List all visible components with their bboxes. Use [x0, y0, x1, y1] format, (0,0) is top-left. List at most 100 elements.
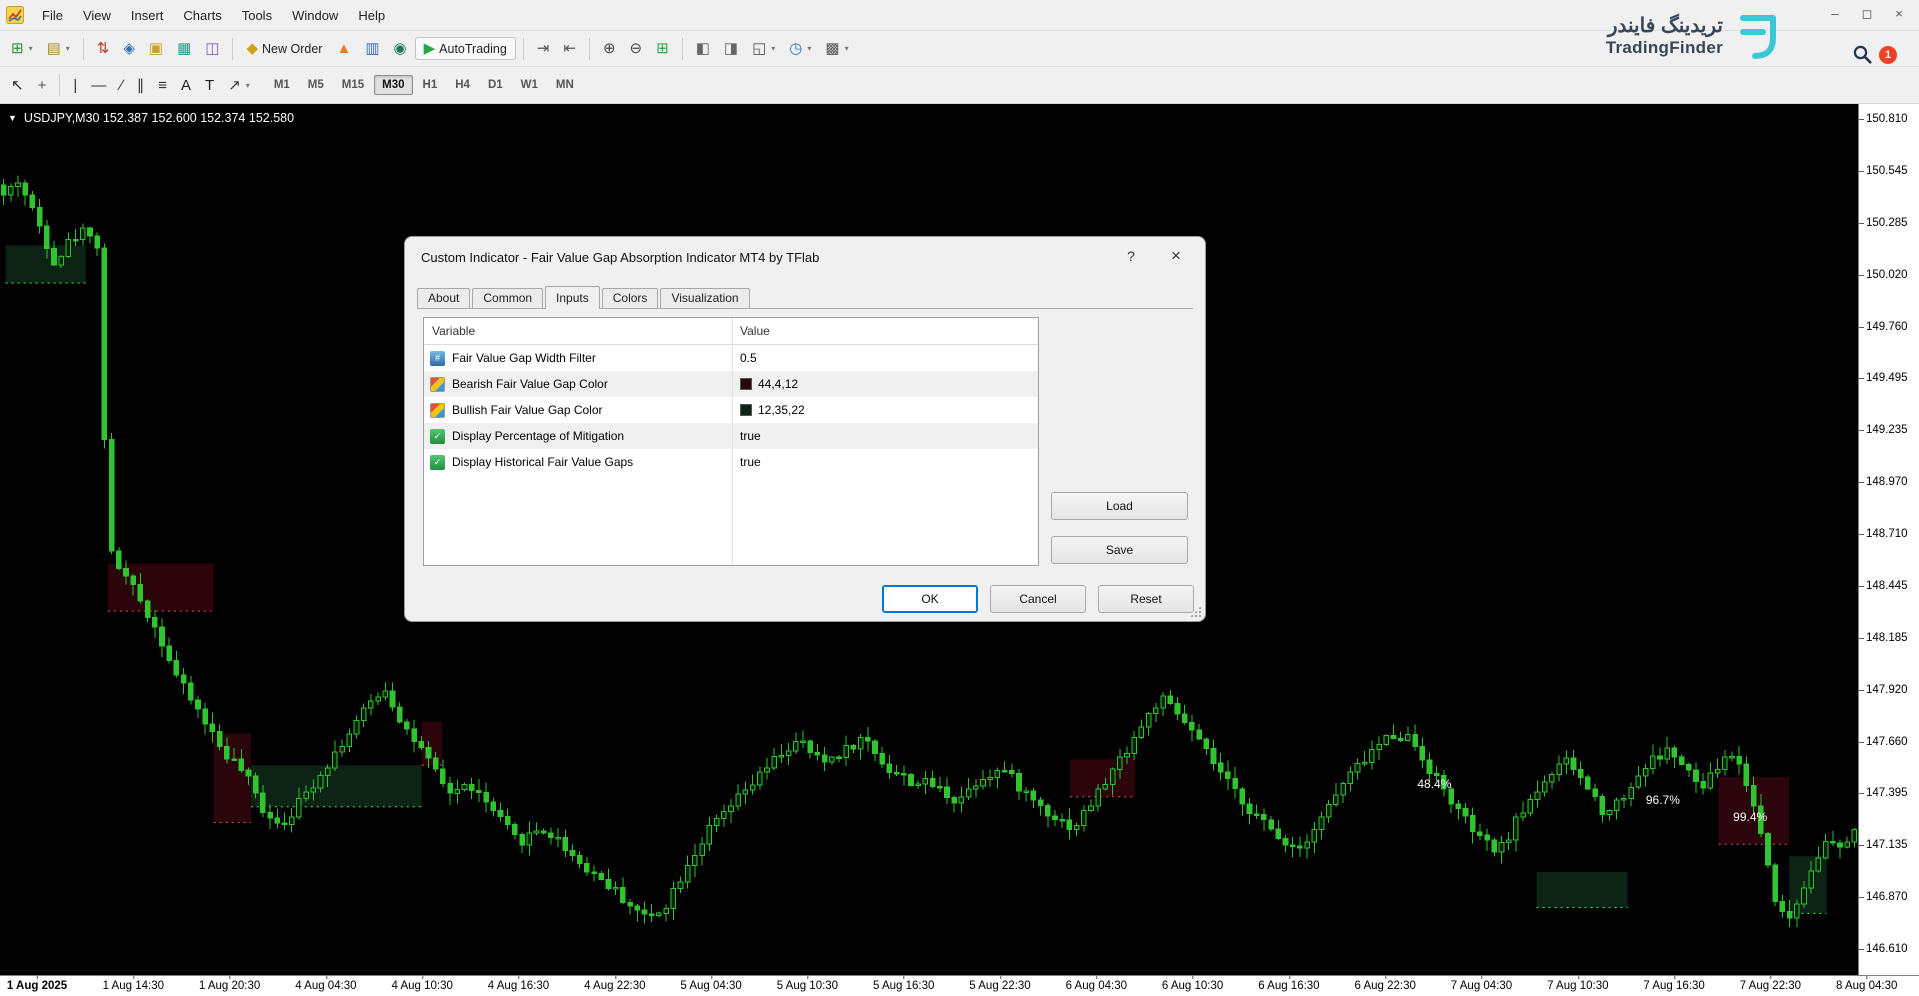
- terminal-button[interactable]: ▦: [171, 37, 197, 60]
- zoom-in-button[interactable]: ⊕: [597, 37, 622, 60]
- menu-help[interactable]: Help: [348, 4, 395, 27]
- template-button[interactable]: ▩▾: [819, 37, 854, 60]
- close-icon[interactable]: ×: [1165, 246, 1187, 266]
- dock-right-button[interactable]: ◨: [718, 37, 744, 60]
- time-scale-label: 1 Aug 2025: [7, 980, 67, 992]
- timeframe-m30-button[interactable]: M30: [374, 75, 412, 95]
- minimize-button[interactable]: –: [1827, 6, 1843, 22]
- save-button[interactable]: Save: [1051, 536, 1188, 564]
- menu-tools[interactable]: Tools: [232, 4, 282, 27]
- symbol-ohlc-label: ▼ USDJPY,M30 152.387 152.600 152.374 152…: [8, 111, 294, 125]
- timeframe-h1-button[interactable]: H1: [415, 75, 446, 95]
- tile-windows-button[interactable]: ⊞: [650, 37, 675, 60]
- table-row[interactable]: Bullish Fair Value Gap Color12,35,22: [424, 397, 1038, 423]
- ok-button[interactable]: OK: [882, 585, 978, 613]
- auto-scroll-icon: ⇥: [537, 41, 550, 56]
- menu-window[interactable]: Window: [282, 4, 348, 27]
- timeframe-m1-button[interactable]: M1: [266, 75, 298, 95]
- channel-button[interactable]: ∥: [131, 74, 151, 97]
- table-row[interactable]: ✓Display Percentage of Mitigationtrue: [424, 423, 1038, 449]
- chevron-down-icon: ▾: [807, 44, 811, 53]
- profiles-button[interactable]: ▤▾: [41, 37, 76, 60]
- close-button[interactable]: ×: [1891, 6, 1907, 22]
- svg-text:48.4%: 48.4%: [1417, 777, 1451, 791]
- webterminal-button[interactable]: ◉: [388, 37, 413, 60]
- new-order-button[interactable]: ◆New Order: [240, 37, 328, 60]
- variable-name: Display Percentage of Mitigation: [452, 429, 624, 443]
- cancel-button[interactable]: Cancel: [990, 585, 1086, 613]
- load-button[interactable]: Load: [1051, 492, 1188, 520]
- value-cell[interactable]: true: [732, 429, 1038, 443]
- price-scale-label: 148.445: [1866, 580, 1908, 592]
- value-cell[interactable]: 12,35,22: [732, 403, 1038, 417]
- price-scale-label: 150.810: [1866, 113, 1908, 125]
- timeframe-m5-button[interactable]: M5: [300, 75, 332, 95]
- symbol-dropdown-icon[interactable]: ▼: [8, 113, 17, 123]
- time-scale[interactable]: 1 Aug 20251 Aug 14:301 Aug 20:304 Aug 04…: [0, 975, 1919, 996]
- tab-about[interactable]: About: [417, 288, 470, 308]
- color-swatch: [740, 404, 752, 416]
- table-header-row: Variable Value: [424, 318, 1038, 345]
- tab-colors[interactable]: Colors: [602, 288, 659, 308]
- dock-left-button[interactable]: ◧: [690, 37, 716, 60]
- value-cell[interactable]: true: [732, 455, 1038, 469]
- vertical-line-button[interactable]: |: [67, 74, 83, 97]
- tab-inputs[interactable]: Inputs: [545, 286, 600, 309]
- clock-button[interactable]: ◷▾: [783, 37, 817, 60]
- trendline-button[interactable]: ∕: [114, 74, 129, 97]
- time-scale-label: 6 Aug 04:30: [1066, 980, 1127, 992]
- maximize-button[interactable]: ◻: [1859, 6, 1875, 22]
- label-button[interactable]: T: [199, 74, 220, 97]
- zoom-out-button[interactable]: ⊖: [624, 37, 649, 60]
- new-order-icon: ◆: [246, 41, 258, 56]
- notification-badge[interactable]: 1: [1879, 46, 1897, 64]
- menu-view[interactable]: View: [73, 4, 121, 27]
- channel-icon: ∥: [137, 78, 145, 93]
- autotrading-button[interactable]: ▶AutoTrading: [415, 37, 516, 60]
- chevron-down-icon: ▾: [845, 44, 849, 53]
- tab-common[interactable]: Common: [472, 288, 543, 308]
- price-scale-label: 147.135: [1866, 839, 1908, 851]
- search-icon[interactable]: [1852, 44, 1873, 70]
- fibonacci-button[interactable]: ≡: [152, 74, 173, 97]
- menu-insert[interactable]: Insert: [121, 4, 174, 27]
- text-button[interactable]: A: [175, 74, 197, 97]
- market-watch-button[interactable]: ⇅: [91, 37, 116, 60]
- shapes-button[interactable]: ↗▾: [222, 74, 256, 97]
- timeframe-w1-button[interactable]: W1: [513, 75, 546, 95]
- auto-scroll-button[interactable]: ⇥: [531, 37, 556, 60]
- help-icon[interactable]: ?: [1121, 248, 1141, 264]
- toolbar-separator: [589, 38, 590, 60]
- new-window-button[interactable]: ◱▾: [746, 37, 781, 60]
- fibonacci-icon: ≡: [158, 78, 167, 93]
- chart-shift-button[interactable]: ⇤: [557, 37, 582, 60]
- navigator-button[interactable]: ◈: [117, 37, 141, 60]
- table-row[interactable]: ✓ Display Historical Fair Value Gaps true: [424, 449, 1038, 475]
- reset-button[interactable]: Reset: [1098, 585, 1194, 613]
- table-row[interactable]: #Fair Value Gap Width Filter0.5: [424, 345, 1038, 371]
- metaeditor-button[interactable]: ▲: [330, 37, 357, 60]
- horizontal-line-button[interactable]: —: [85, 74, 112, 97]
- value-column-header: Value: [732, 324, 770, 338]
- menu-charts[interactable]: Charts: [173, 4, 231, 27]
- price-scale[interactable]: 150.810150.545150.285150.020149.760149.4…: [1858, 104, 1919, 975]
- timeframe-mn-button[interactable]: MN: [548, 75, 582, 95]
- timeframe-m15-button[interactable]: M15: [334, 75, 372, 95]
- value-text: 44,4,12: [758, 377, 798, 391]
- strategy-tester-button[interactable]: ◫: [199, 37, 225, 60]
- table-row[interactable]: Bearish Fair Value Gap Color44,4,12: [424, 371, 1038, 397]
- value-cell[interactable]: 44,4,12: [732, 377, 1038, 391]
- timeframe-d1-button[interactable]: D1: [480, 75, 511, 95]
- new-chart-button[interactable]: ⊞▾: [5, 37, 39, 60]
- value-cell[interactable]: 0.5: [732, 351, 1038, 365]
- timeframe-h4-button[interactable]: H4: [447, 75, 478, 95]
- tab-visualization[interactable]: Visualization: [660, 288, 749, 308]
- bool-input-icon: ✓: [430, 455, 445, 470]
- cursor-button[interactable]: ↖: [5, 74, 30, 97]
- menu-file[interactable]: File: [32, 4, 73, 27]
- price-scale-label: 150.545: [1866, 165, 1908, 177]
- crosshair-button[interactable]: +: [32, 74, 53, 97]
- print-button[interactable]: ▥: [359, 37, 385, 60]
- data-window-button[interactable]: ▣: [143, 37, 169, 60]
- variable-name: Display Historical Fair Value Gaps: [452, 455, 633, 469]
